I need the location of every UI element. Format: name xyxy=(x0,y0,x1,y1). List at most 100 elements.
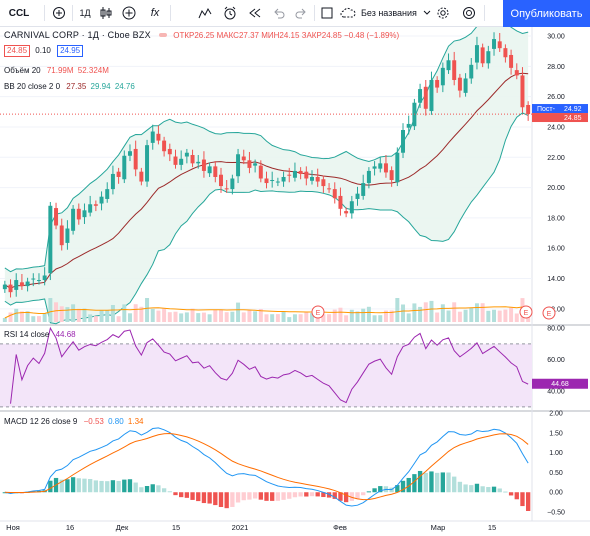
add-indicator-icon[interactable] xyxy=(118,0,140,26)
candle-body xyxy=(315,176,320,182)
volume-bar xyxy=(503,309,508,322)
candle-body xyxy=(492,39,497,49)
volume-bar xyxy=(236,302,241,322)
candle-body xyxy=(2,284,7,290)
volume-bar xyxy=(82,308,87,322)
candle-body xyxy=(76,208,81,220)
candle-body xyxy=(418,89,423,103)
chart-canvas[interactable]: 30.00 28.00 26.00 24.00 22.00 20.00 18.00 16.00… xyxy=(0,27,590,536)
candle-body xyxy=(42,275,47,281)
volume-bar xyxy=(145,298,150,322)
settings-icon[interactable] xyxy=(432,0,454,26)
candle-body xyxy=(310,176,314,181)
post-price-tag-label: Пост- xyxy=(537,106,556,113)
macd-histogram-bar xyxy=(452,476,457,493)
macd-histogram-bar xyxy=(139,487,144,493)
undo-icon[interactable] xyxy=(268,0,290,26)
macd-histogram-bar xyxy=(446,472,451,493)
redo-icon[interactable] xyxy=(290,0,312,26)
volume-bar xyxy=(14,308,19,322)
candle-body xyxy=(292,170,297,178)
candle-body xyxy=(179,158,184,165)
chart-area[interactable]: 30.00 28.00 26.00 24.00 22.00 20.00 18.00 16.00… xyxy=(0,27,590,536)
volume-bar xyxy=(156,310,161,322)
volume-bar xyxy=(480,303,485,322)
templates-icon[interactable] xyxy=(194,0,216,26)
candle-body xyxy=(59,225,64,246)
macd-histogram-bar xyxy=(224,492,229,509)
publish-button[interactable]: Опубликовать xyxy=(503,0,590,27)
macd-histogram-bar xyxy=(116,480,121,493)
candle-body xyxy=(82,210,87,218)
macd-histogram-bar xyxy=(241,492,246,501)
bid-box[interactable]: 24.85 xyxy=(4,45,31,57)
ask-box[interactable]: 24.95 xyxy=(57,45,84,57)
volume-bar xyxy=(179,313,184,322)
volume-bar xyxy=(201,312,206,322)
candle-body xyxy=(332,189,337,199)
candle-body xyxy=(247,160,252,168)
candle-body xyxy=(93,204,98,206)
macd-tick-label: 1.50 xyxy=(549,430,563,437)
price-tick-label: 28.00 xyxy=(547,64,565,71)
macd-histogram-bar xyxy=(76,478,81,493)
volume-bar xyxy=(93,316,98,322)
volume-bar xyxy=(36,316,41,322)
candle-body xyxy=(122,155,127,180)
candle-body xyxy=(127,151,132,156)
symbol-search-button[interactable]: CCL xyxy=(6,0,32,26)
macd-histogram-bar xyxy=(281,492,286,500)
compare-icon[interactable] xyxy=(48,0,70,26)
macd-histogram-bar xyxy=(423,472,428,493)
candle-body xyxy=(503,48,508,58)
macd-histogram-bar xyxy=(201,492,207,504)
rsi-value: 44.68 xyxy=(55,330,76,339)
candle-body xyxy=(361,183,366,196)
camera-icon[interactable] xyxy=(458,0,480,26)
volume-bar xyxy=(42,313,47,322)
candle-body xyxy=(327,188,332,190)
macd-histogram-bar xyxy=(207,492,212,504)
volume-bar xyxy=(167,312,172,322)
volume-bar xyxy=(463,309,468,322)
volume-bar xyxy=(88,314,93,322)
macd-histogram-bar xyxy=(252,492,258,499)
macd-histogram-bar xyxy=(179,492,184,498)
macd-histogram-bar xyxy=(247,492,252,500)
macd-histogram-bar xyxy=(457,481,463,493)
volume-bar xyxy=(406,313,411,322)
volume-bar xyxy=(207,314,212,322)
bar-style-icon[interactable] xyxy=(95,0,117,26)
candle-body xyxy=(349,201,354,214)
fullscreen-icon[interactable] xyxy=(316,0,338,26)
layout-name-button[interactable]: Без названия xyxy=(340,0,432,26)
interval-button[interactable]: 1Д xyxy=(74,0,96,26)
price-tick-label: 20.00 xyxy=(547,185,565,192)
volume-bar xyxy=(241,312,246,322)
volume-bar xyxy=(213,309,218,322)
candle-body xyxy=(378,163,383,169)
rsi-tick-label: 60.00 xyxy=(547,357,565,364)
candle-body xyxy=(110,173,115,190)
price-tick-label: 14.00 xyxy=(547,276,565,283)
indicators-icon[interactable]: fx xyxy=(144,0,166,26)
candle-body xyxy=(383,163,388,173)
macd-histogram-bar xyxy=(88,479,93,493)
alert-icon[interactable] xyxy=(219,0,241,26)
macd-histogram-bar xyxy=(127,479,133,493)
volume-bar xyxy=(224,312,229,322)
candle-body xyxy=(116,171,121,177)
macd-histogram-bar xyxy=(417,470,423,493)
candle-body xyxy=(446,60,451,71)
candle-body xyxy=(457,77,462,91)
volume-bar xyxy=(173,311,178,322)
candle-body xyxy=(71,208,76,231)
candle-body xyxy=(321,179,326,187)
candle-body xyxy=(99,196,104,204)
top-toolbar: CCL 1Д fx Без названия Опубликовать xyxy=(0,0,590,27)
candle-body xyxy=(65,228,70,243)
replay-icon[interactable] xyxy=(244,0,266,26)
volume-bar xyxy=(366,306,371,322)
ohlc-values: ОТКР26.25 МАКС27.37 МИН24.15 ЗАКР24.85 −… xyxy=(173,31,400,40)
bb-low-value: 24.76 xyxy=(114,82,135,91)
